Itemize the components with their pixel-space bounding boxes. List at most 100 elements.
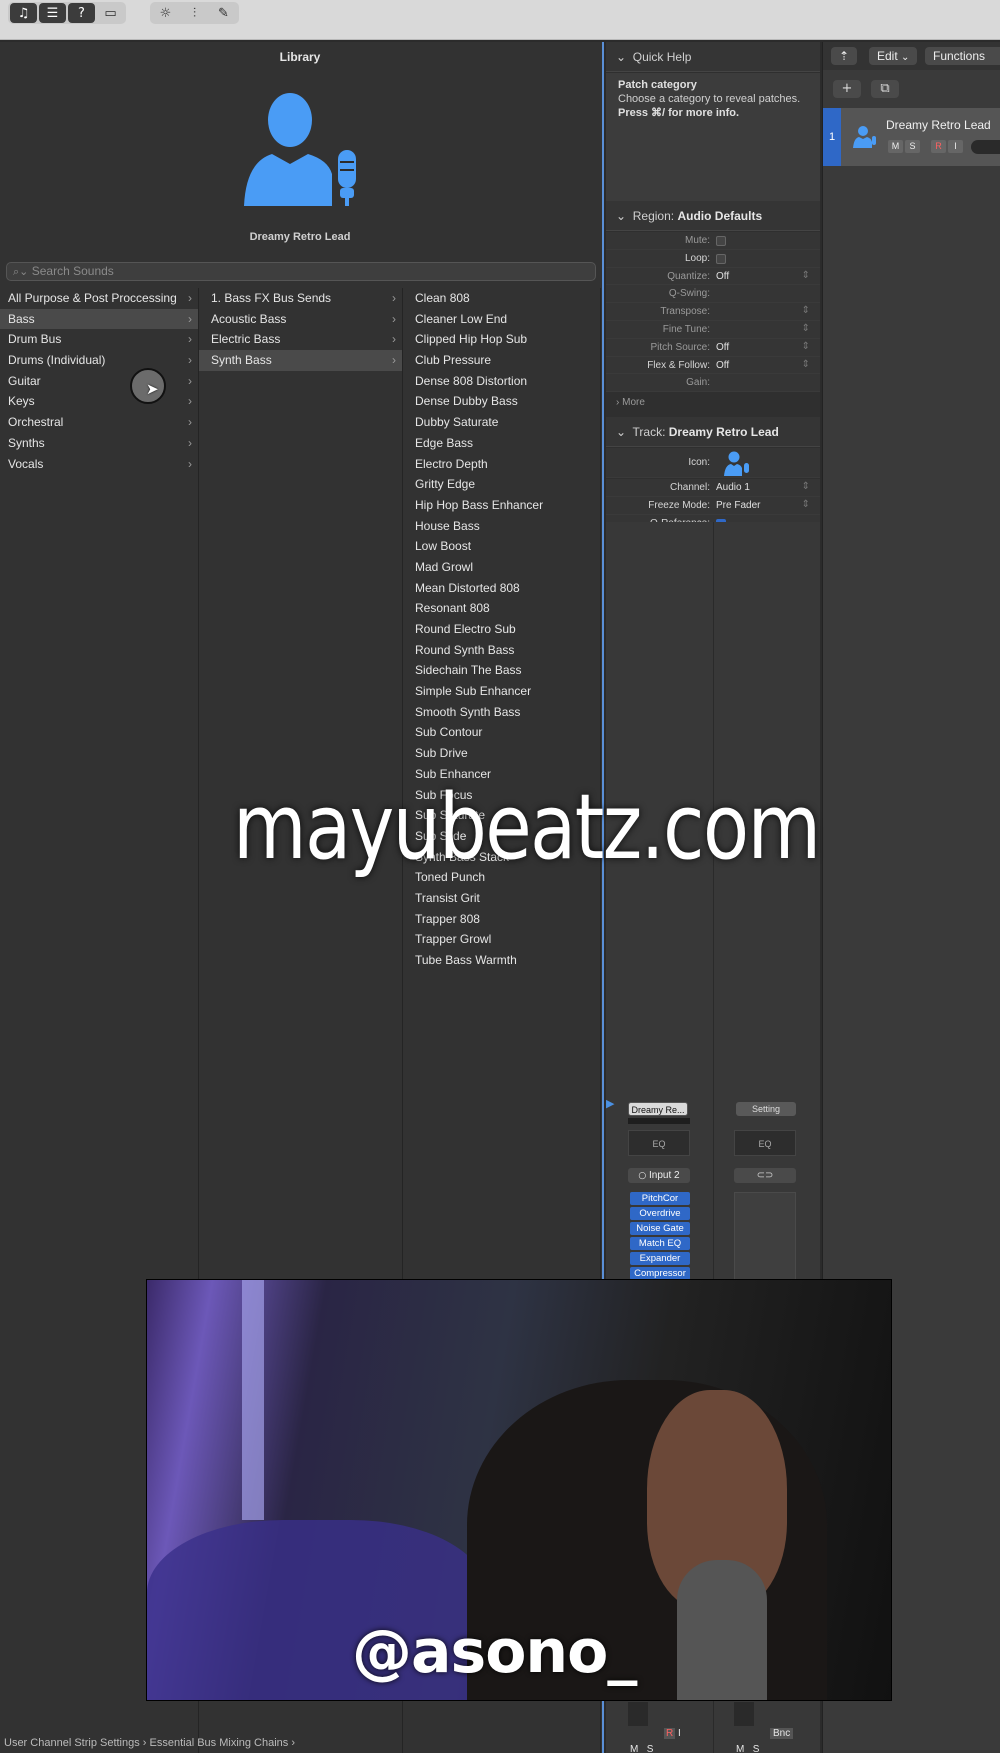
subcategory-item[interactable]: Electric Bass ›	[199, 329, 402, 350]
setting-button[interactable]: Setting	[736, 1102, 796, 1116]
category-item[interactable]: Vocals ›	[0, 454, 198, 475]
plugin-slot[interactable]: Match EQ	[630, 1237, 690, 1250]
category-item[interactable]: All Purpose & Post Proccessing ›	[0, 288, 198, 309]
region-property[interactable]: Fine Tune: ⇕	[606, 321, 820, 339]
stepper-icon[interactable]: ⇕	[802, 499, 810, 510]
mute-solo-buttons-output[interactable]: M S	[736, 1744, 759, 1753]
patch-user-mic-icon[interactable]	[242, 90, 364, 208]
patch-item[interactable]: Trapper Growl	[403, 929, 600, 950]
eq-display[interactable]: EQ	[628, 1130, 690, 1156]
mute-solo-buttons[interactable]: M S	[630, 1744, 653, 1753]
region-property[interactable]: Loop:	[606, 249, 820, 268]
region-property[interactable]: Flex & Follow: Off ⇕	[606, 356, 820, 375]
patch-item[interactable]: Clean 808	[403, 288, 600, 309]
stepper-icon[interactable]: ⇕	[802, 481, 810, 492]
record-button[interactable]: R	[931, 140, 946, 153]
region-property[interactable]: Gain:	[606, 374, 820, 393]
patch-item[interactable]: Round Electro Sub	[403, 619, 600, 640]
quick-help-header[interactable]: ⌄ Quick Help	[606, 42, 820, 72]
link-icon[interactable]: ⊂⊃	[734, 1168, 796, 1183]
category-item[interactable]: Orchestral ›	[0, 412, 198, 433]
patch-item[interactable]: Tube Bass Warmth	[403, 950, 600, 971]
quick-help-icon[interactable]: ?	[68, 3, 95, 23]
patch-item[interactable]: Dense 808 Distortion	[403, 371, 600, 392]
stepper-icon[interactable]: ⇕	[802, 305, 810, 316]
region-property[interactable]: Q-Swing:	[606, 285, 820, 304]
patch-item[interactable]: Transist Grit	[403, 888, 600, 909]
track-icon-row[interactable]: Icon:	[606, 448, 820, 478]
category-item[interactable]: Keys ›	[0, 391, 198, 412]
toolbar-icon[interactable]: ▭	[97, 3, 124, 23]
category-item[interactable]: Synths ›	[0, 433, 198, 454]
duplicate-track-icon[interactable]: ⧉	[871, 80, 899, 98]
category-item[interactable]: Drum Bus ›	[0, 329, 198, 350]
region-property[interactable]: Pitch Source: Off ⇕	[606, 338, 820, 357]
patch-item[interactable]: Sub Contour	[403, 722, 600, 743]
stepper-icon[interactable]: ⇕	[802, 341, 810, 352]
patch-item[interactable]: Dense Dubby Bass	[403, 391, 600, 412]
mixer-icon[interactable]: ⫶	[181, 3, 208, 23]
functions-menu[interactable]: Functions	[925, 47, 1000, 65]
category-item[interactable]: Bass ›	[0, 308, 198, 330]
category-item[interactable]: Drums (Individual) ›	[0, 350, 198, 371]
channel-strip-name[interactable]: Dreamy Re...	[628, 1102, 688, 1116]
region-header[interactable]: ⌄ Region: Audio Defaults	[606, 201, 820, 231]
patch-item[interactable]: Hip Hop Bass Enhancer	[403, 495, 600, 516]
stepper-icon[interactable]: ⇕	[802, 270, 810, 281]
patch-item[interactable]: Resonant 808	[403, 598, 600, 619]
track-inspector-header[interactable]: ⌄ Track: Dreamy Retro Lead	[606, 417, 820, 447]
patch-item[interactable]: Sub Drive	[403, 743, 600, 764]
pencil-icon[interactable]: ✎	[210, 3, 237, 23]
brightness-icon[interactable]: ☼	[152, 3, 179, 23]
patch-item[interactable]: Simple Sub Enhancer	[403, 681, 600, 702]
subcategory-item[interactable]: Acoustic Bass ›	[199, 309, 402, 330]
patch-item[interactable]: Electro Depth	[403, 454, 600, 475]
patch-item[interactable]: House Bass	[403, 516, 600, 537]
patch-item[interactable]: Trapper 808	[403, 909, 600, 930]
patch-item[interactable]: Round Synth Bass	[403, 640, 600, 661]
patch-item[interactable]: Low Boost	[403, 536, 600, 557]
patch-item[interactable]: Club Pressure	[403, 350, 600, 371]
plugin-slot[interactable]: PitchCor	[630, 1192, 690, 1205]
stepper-icon[interactable]: ⇕	[802, 323, 810, 334]
region-property[interactable]: Mute:	[606, 232, 820, 250]
input-slot[interactable]: ○ Input 2	[628, 1168, 690, 1183]
plugin-slot-empty[interactable]	[734, 1192, 796, 1282]
eq-display-output[interactable]: EQ	[734, 1130, 796, 1156]
mute-button[interactable]: M	[888, 140, 903, 153]
checkbox[interactable]	[716, 236, 726, 246]
patch-item[interactable]: Gritty Edge	[403, 474, 600, 495]
region-property[interactable]: Quantize: Off ⇕	[606, 267, 820, 286]
patch-item[interactable]: Cleaner Low End	[403, 309, 600, 330]
inspector-icon[interactable]: ☰	[39, 3, 66, 23]
add-track-icon[interactable]: +	[833, 80, 861, 98]
edit-menu[interactable]: Edit ⌄	[869, 47, 918, 65]
checkbox[interactable]	[716, 253, 726, 264]
search-sounds-input[interactable]: ⌕⌄ Search Sounds	[6, 262, 596, 281]
back-arrow-icon[interactable]: ⇡	[831, 47, 857, 65]
record-enable-button[interactable]: R I	[664, 1728, 681, 1739]
subcategory-item[interactable]: 1. Bass FX Bus Sends ›	[199, 288, 402, 309]
more-disclosure[interactable]: › More	[616, 397, 645, 408]
region-property[interactable]: Transpose: ⇕	[606, 303, 820, 321]
category-item[interactable]: Guitar ›	[0, 371, 198, 392]
stepper-icon[interactable]: ⇕	[802, 359, 810, 370]
plugin-slot[interactable]: Noise Gate	[630, 1222, 690, 1235]
patch-item[interactable]: Clipped Hip Hop Sub	[403, 329, 600, 350]
patch-item[interactable]: Mad Growl	[403, 557, 600, 578]
solo-button[interactable]: S	[905, 140, 920, 153]
plugin-slot[interactable]: Expander	[630, 1252, 690, 1265]
library-icon[interactable]: ♫	[10, 3, 37, 23]
input-monitor-button[interactable]: I	[948, 140, 963, 153]
track-header[interactable]: 1 Dreamy Retro Lead M S R I	[823, 108, 1000, 166]
track-property[interactable]: Freeze Mode: Pre Fader ⇕	[606, 496, 820, 515]
patch-item[interactable]: Dubby Saturate	[403, 412, 600, 433]
patch-item[interactable]: Smooth Synth Bass	[403, 702, 600, 723]
patch-item[interactable]: Sidechain The Bass	[403, 660, 600, 681]
track-property[interactable]: Channel: Audio 1 ⇕	[606, 479, 820, 497]
subcategory-item[interactable]: Synth Bass ›	[199, 350, 402, 371]
patch-item[interactable]: Edge Bass	[403, 433, 600, 454]
plugin-slot[interactable]: Overdrive	[630, 1207, 690, 1220]
patch-item[interactable]: Mean Distorted 808	[403, 578, 600, 599]
track-volume-slider[interactable]	[971, 140, 1000, 154]
